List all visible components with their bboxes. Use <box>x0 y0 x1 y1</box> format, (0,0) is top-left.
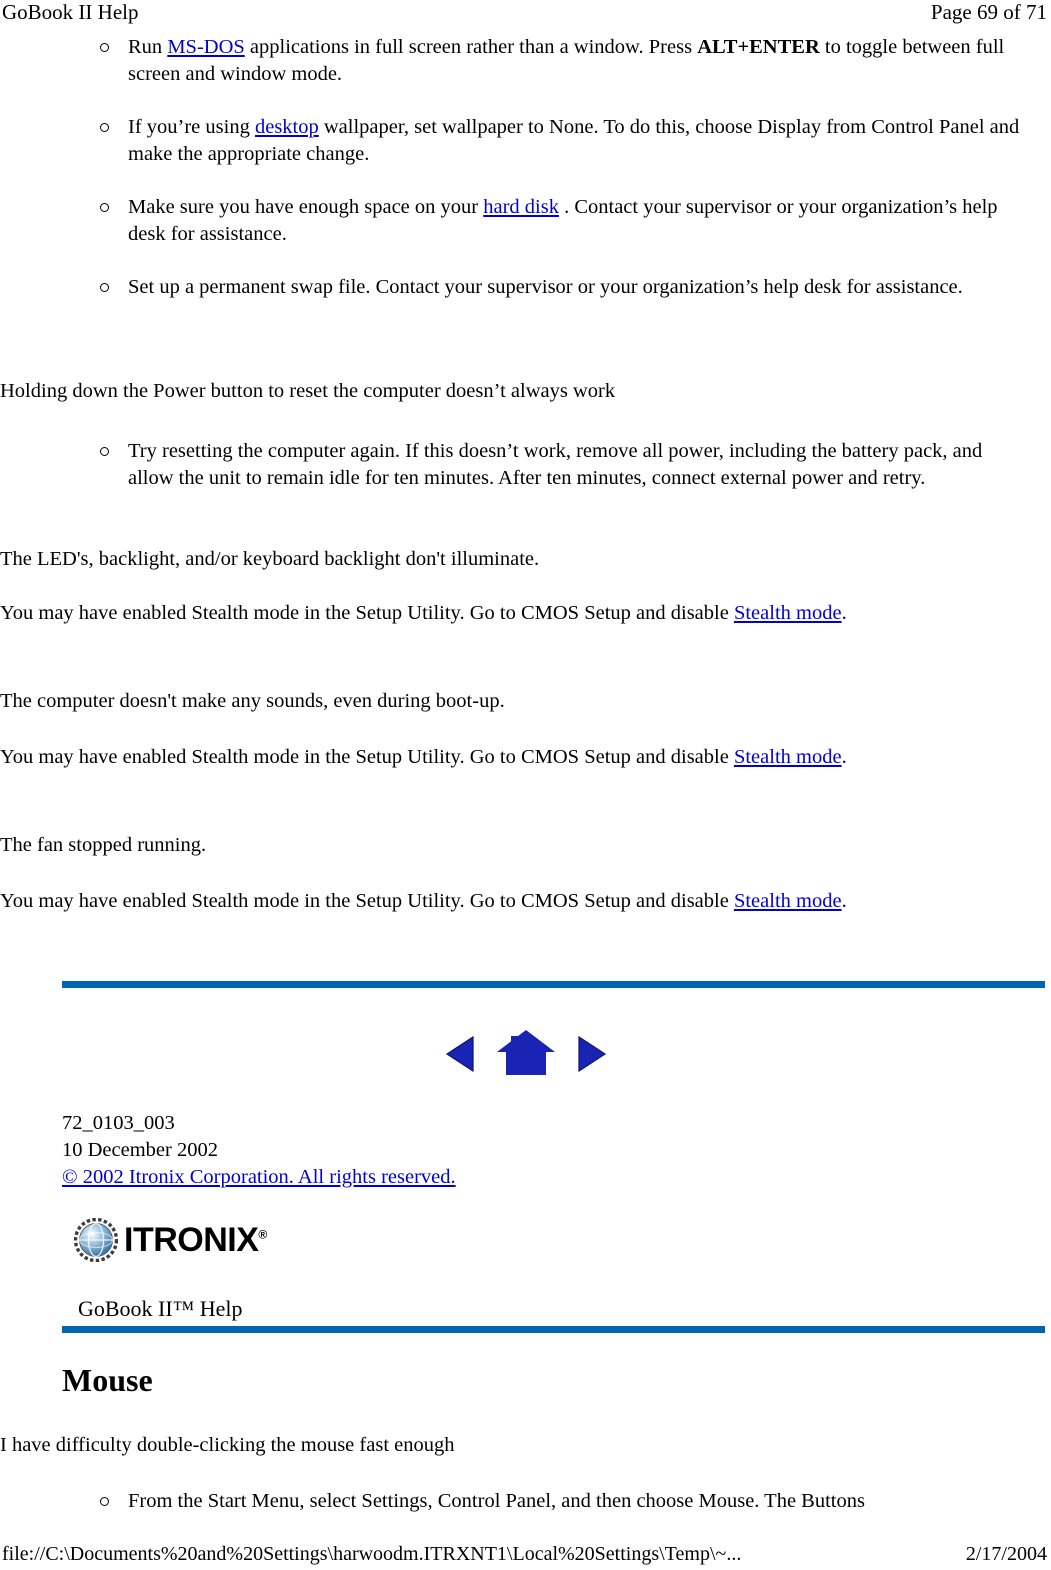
copyright-link[interactable]: © 2002 Itronix Corporation. All rights r… <box>62 1164 456 1191</box>
bullet-text-bold: ALT+ENTER <box>697 36 820 58</box>
section-title-mouse: Mouse <box>62 1362 153 1398</box>
link-stealth-mode-1[interactable]: Stealth mode <box>734 602 842 624</box>
itronix-wordmark-text: ITRONIX <box>124 1221 259 1259</box>
bullet-circle-icon <box>100 114 112 132</box>
forward-arrow-icon[interactable] <box>575 1031 609 1075</box>
question-fan: The fan stopped running. <box>0 834 207 856</box>
bullet-circle-icon <box>100 34 112 52</box>
navigation-bar <box>0 1028 1051 1080</box>
page-title: GoBook II Help <box>2 0 139 24</box>
question-power-button: Holding down the Power button to reset t… <box>0 380 616 402</box>
bullet-text-pre: Set up a permanent swap file. Contact yo… <box>128 276 963 298</box>
bullet-circle-icon <box>100 438 112 456</box>
bullet-circle-icon <box>100 1488 112 1506</box>
home-icon[interactable] <box>495 1028 557 1078</box>
answer-fan-post: . <box>841 890 847 912</box>
question-sound: The computer doesn't make any sounds, ev… <box>0 690 505 712</box>
answer-leds-post: . <box>841 602 847 624</box>
list-item: If you’re using desktop wallpaper, set w… <box>100 114 1031 168</box>
bullet-circle-icon <box>100 194 112 212</box>
separator-rule-top <box>62 981 1045 988</box>
bullet-text-pre: Make sure you have enough space on your <box>128 196 484 218</box>
print-date: 2/17/2004 <box>965 1543 1047 1565</box>
link-stealth-mode-2[interactable]: Stealth mode <box>734 746 842 768</box>
bullet-circle-icon <box>100 274 112 292</box>
itronix-logo: ITRONIX® <box>73 1217 267 1263</box>
document-number: 72_0103_003 <box>62 1112 175 1134</box>
answer-fan: You may have enabled Stealth mode in the… <box>0 888 1051 915</box>
link-hard-disk[interactable]: hard disk <box>483 196 559 218</box>
link-ms-dos[interactable]: MS-DOS <box>167 36 244 58</box>
answer-sound-pre: You may have enabled Stealth mode in the… <box>0 746 734 768</box>
itronix-wordmark: ITRONIX® <box>124 1223 267 1257</box>
list-item: Make sure you have enough space on your … <box>100 194 1031 248</box>
help-subtitle: GoBook II™ Help <box>78 1296 243 1321</box>
globe-icon <box>73 1217 119 1263</box>
bullet-text: From the Start Menu, select Settings, Co… <box>128 1490 865 1512</box>
list-item: From the Start Menu, select Settings, Co… <box>100 1488 1031 1515</box>
page-header: GoBook II Help Page 69 of 71 <box>0 0 1051 28</box>
document-info: 72_0103_003 10 December 2002 © 2002 Itro… <box>62 1110 456 1191</box>
page-footer: file://C:\Documents%20and%20Settings\har… <box>0 1542 1051 1566</box>
separator-rule-bottom <box>62 1326 1045 1333</box>
answer-leds-pre: You may have enabled Stealth mode in the… <box>0 602 734 624</box>
link-desktop[interactable]: desktop <box>255 116 319 138</box>
help-page: GoBook II Help Page 69 of 71 Run MS-DOS … <box>0 0 1051 1570</box>
list-item: Run MS-DOS applications in full screen r… <box>100 34 1031 88</box>
bullet-text: Try resetting the computer again. If thi… <box>128 440 983 489</box>
troubleshooting-bullet-list-2: Try resetting the computer again. If thi… <box>0 438 1051 518</box>
link-stealth-mode-3[interactable]: Stealth mode <box>734 890 842 912</box>
answer-leds: You may have enabled Stealth mode in the… <box>0 600 1051 627</box>
question-leds: The LED's, backlight, and/or keyboard ba… <box>0 548 540 570</box>
file-path: file://C:\Documents%20and%20Settings\har… <box>2 1543 742 1565</box>
mouse-bullet-list: From the Start Menu, select Settings, Co… <box>0 1488 1051 1541</box>
answer-sound-post: . <box>841 746 847 768</box>
answer-sound: You may have enabled Stealth mode in the… <box>0 744 1051 771</box>
back-arrow-icon[interactable] <box>443 1031 477 1075</box>
bullet-text-pre: If you’re using <box>128 116 255 138</box>
bullet-text-mid: applications in full screen rather than … <box>244 36 698 58</box>
bullet-text-pre: Run <box>128 36 168 58</box>
list-item: Set up a permanent swap file. Contact yo… <box>100 274 1031 301</box>
list-item: Try resetting the computer again. If thi… <box>100 438 1031 492</box>
question-double-click: I have difficulty double-clicking the mo… <box>0 1434 455 1456</box>
page-number: Page 69 of 71 <box>930 0 1047 24</box>
registered-trademark-symbol: ® <box>258 1227 267 1242</box>
answer-fan-pre: You may have enabled Stealth mode in the… <box>0 890 734 912</box>
document-date: 10 December 2002 <box>62 1139 218 1161</box>
troubleshooting-bullet-list-1: Run MS-DOS applications in full screen r… <box>0 34 1051 327</box>
